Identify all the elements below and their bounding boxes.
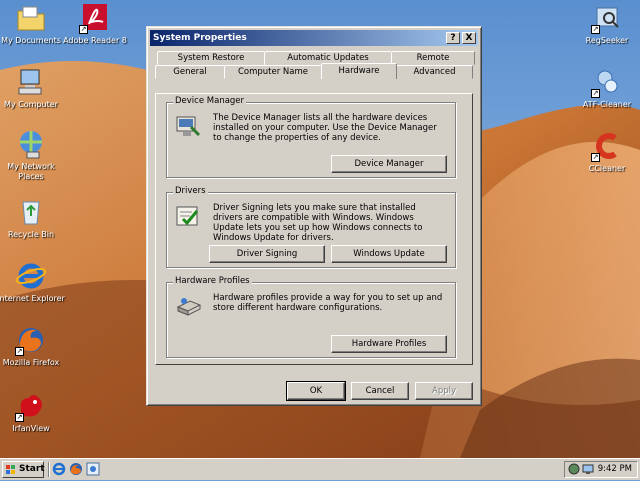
window-titlebar[interactable]: System Properties ? X	[150, 30, 478, 46]
desktop-icon-internet-explorer[interactable]: Internet Explorer	[0, 260, 66, 304]
tab-hardware[interactable]: Hardware	[321, 63, 397, 79]
network-icon	[15, 128, 47, 160]
tab-computer-name[interactable]: Computer Name	[224, 65, 322, 79]
tab-remote[interactable]: Remote	[391, 51, 475, 65]
hardware-profiles-button[interactable]: Hardware Profiles	[331, 335, 447, 353]
tray-app-icon[interactable]	[568, 463, 580, 475]
desktop-icon-my-documents[interactable]: My Documents	[0, 2, 66, 46]
tray-network-icon[interactable]	[582, 463, 594, 475]
desktop-icon-adobe-reader[interactable]: ↗ Adobe Reader 8	[60, 2, 130, 46]
desktop-icon-regseeker[interactable]: ↗ RegSeeker	[572, 2, 640, 46]
close-button[interactable]: X	[462, 32, 476, 44]
folder-icon	[15, 2, 47, 34]
quicklaunch-firefox-icon[interactable]	[69, 462, 83, 476]
apply-button[interactable]: Apply	[415, 382, 473, 400]
taskbar: Start 9:42 PM	[0, 458, 640, 480]
hardware-profiles-icon	[175, 293, 203, 319]
shortcut-arrow-icon: ↗	[15, 347, 24, 356]
device-manager-button[interactable]: Device Manager	[331, 155, 447, 173]
firefox-icon: ↗	[15, 324, 47, 356]
device-manager-group: Device Manager The Device Manager lists …	[166, 96, 456, 178]
hardware-profiles-group-title: Hardware Profiles	[173, 276, 252, 286]
hardware-profiles-group: Hardware Profiles Hardware profiles prov…	[166, 276, 456, 358]
drivers-description: Driver Signing lets you make sure that i…	[213, 203, 423, 243]
desktop-icon-atf-cleaner[interactable]: ↗ ATF-Cleaner	[572, 66, 640, 110]
hardware-tab-panel: Device Manager The Device Manager lists …	[155, 93, 473, 365]
taskbar-separator	[48, 462, 50, 477]
start-label: Start	[19, 464, 45, 474]
shortcut-arrow-icon: ↗	[79, 25, 88, 34]
adobe-reader-icon: ↗	[79, 2, 111, 34]
regseeker-icon: ↗	[591, 2, 623, 34]
drivers-group-title: Drivers	[173, 186, 208, 196]
device-manager-description: The Device Manager lists all the hardwar…	[213, 113, 437, 143]
desktop-icon-irfanview[interactable]: ↗ IrfanView	[0, 390, 66, 434]
tab-advanced[interactable]: Advanced	[396, 65, 473, 79]
windows-update-button[interactable]: Windows Update	[331, 245, 447, 263]
tab-general[interactable]: General	[155, 65, 225, 79]
driver-signing-button[interactable]: Driver Signing	[209, 245, 325, 263]
windows-logo-icon	[6, 465, 16, 474]
quicklaunch-app-icon[interactable]	[86, 462, 100, 476]
internet-explorer-icon	[15, 260, 47, 292]
start-button[interactable]: Start	[2, 461, 45, 478]
help-button[interactable]: ?	[446, 32, 460, 44]
ok-button[interactable]: OK	[286, 381, 346, 401]
shortcut-arrow-icon: ↗	[591, 153, 600, 162]
cancel-button[interactable]: Cancel	[351, 382, 409, 400]
desktop-icon-my-network-places[interactable]: My Network Places	[0, 128, 66, 182]
device-manager-icon	[175, 113, 203, 139]
desktop-icon-mozilla-firefox[interactable]: ↗ Mozilla Firefox	[0, 324, 66, 368]
computer-icon	[15, 66, 47, 98]
device-manager-group-title: Device Manager	[173, 96, 247, 106]
window-title: System Properties	[153, 33, 247, 43]
clock[interactable]: 9:42 PM	[598, 462, 632, 477]
shortcut-arrow-icon: ↗	[591, 25, 600, 34]
recycle-bin-icon	[15, 196, 47, 228]
hardware-profiles-description: Hardware profiles provide a way for you …	[213, 293, 443, 313]
quicklaunch-internet-explorer-icon[interactable]	[52, 462, 66, 476]
ccleaner-icon: ↗	[591, 130, 623, 162]
tab-system-restore[interactable]: System Restore	[157, 51, 265, 65]
irfanview-icon: ↗	[15, 390, 47, 422]
shortcut-arrow-icon: ↗	[15, 413, 24, 422]
drivers-group: Drivers Driver Signing lets you make sur…	[166, 186, 456, 268]
shortcut-arrow-icon: ↗	[591, 89, 600, 98]
system-properties-window: System Properties ? X System Restore Aut…	[146, 26, 482, 406]
driver-signing-icon	[175, 203, 203, 229]
desktop-icon-my-computer[interactable]: My Computer	[0, 66, 66, 110]
desktop-icon-ccleaner[interactable]: ↗ CCleaner	[572, 130, 640, 174]
atf-cleaner-icon: ↗	[591, 66, 623, 98]
system-tray: 9:42 PM	[564, 461, 638, 478]
desktop-icon-recycle-bin[interactable]: Recycle Bin	[0, 196, 66, 240]
